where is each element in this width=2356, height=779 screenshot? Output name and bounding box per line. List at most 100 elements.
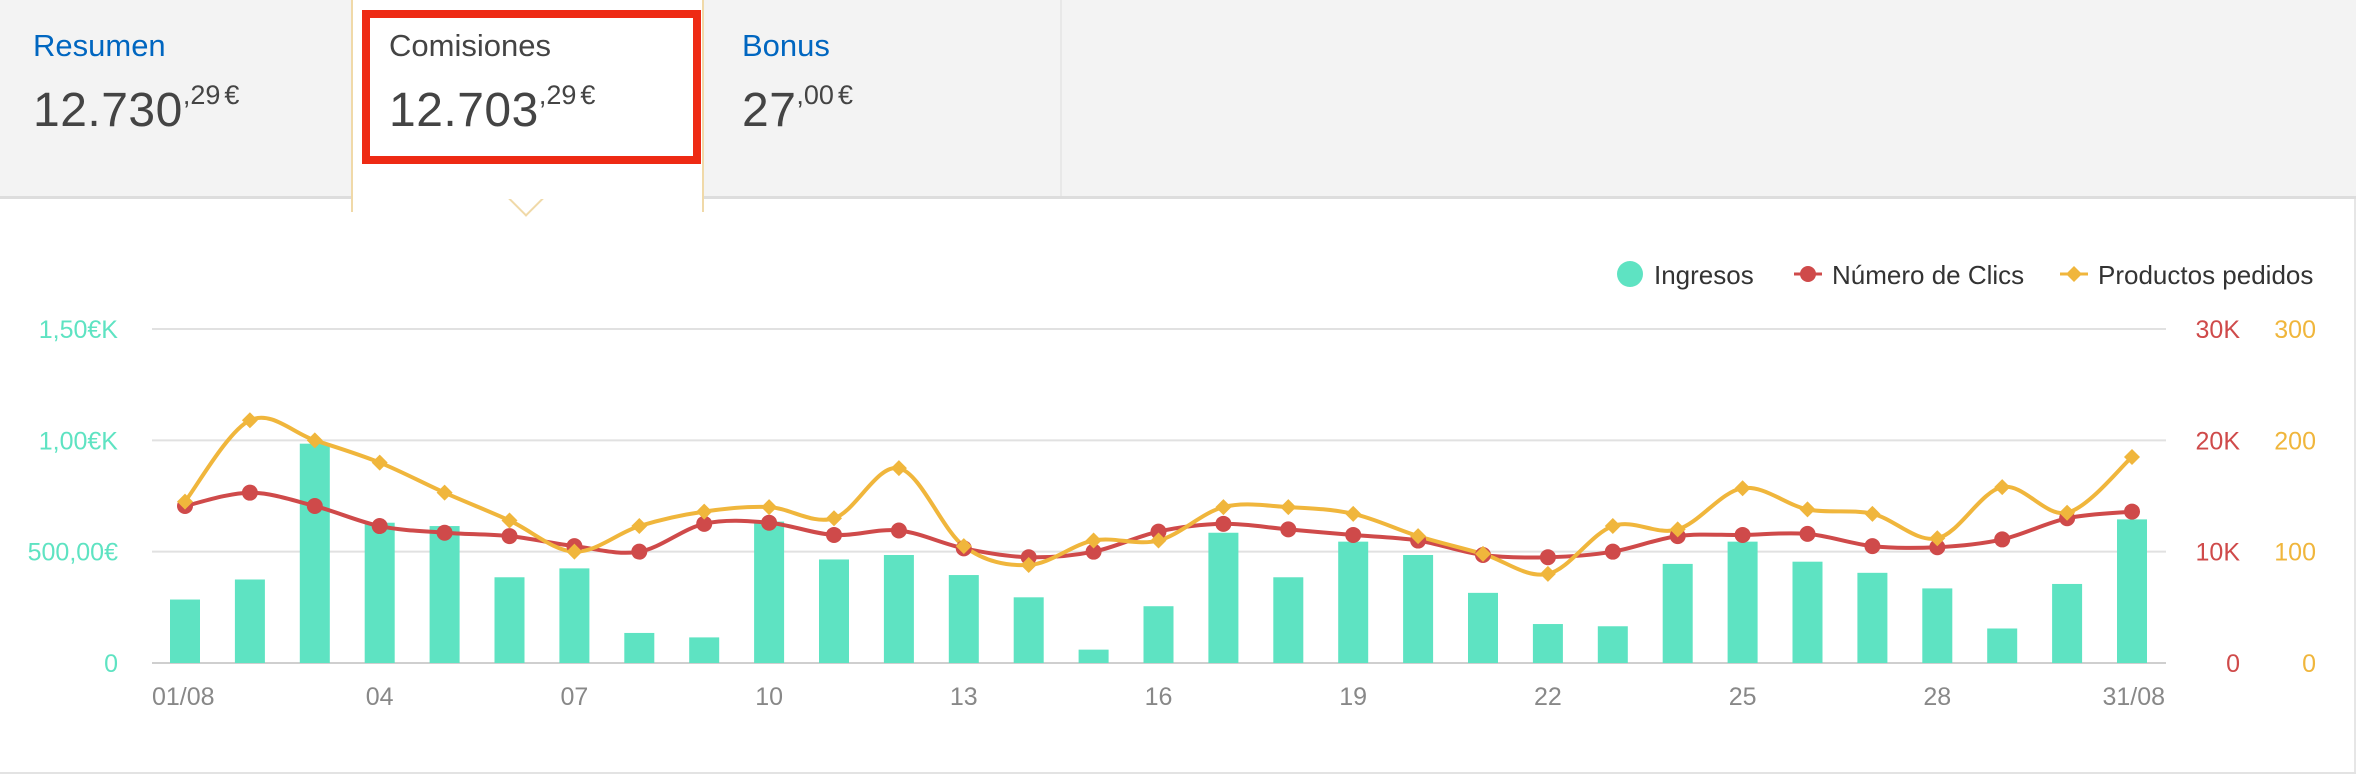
clics-point [436,524,453,541]
productos-point [1215,499,1232,516]
clics-point [890,522,907,539]
tab-bonus-amount: 27,00 € [742,80,853,138]
y-right2-tick-label: 100 [2274,539,2316,567]
ingresos-bar [819,559,849,663]
clics-point [1215,515,1232,532]
chart-panel: 0 0 0 500,00€ 10K 100 1,00€K 20K 200 1,50€K 30K 300… [0,199,2356,774]
ingresos-bar [1792,561,1823,663]
ingresos-bar [1013,597,1044,663]
tab-comisiones[interactable]: Comisiones 12.703,29 € [351,0,704,212]
ingresos-bar [1403,555,1434,663]
tab-comisiones-amount: 12.703,29 € [389,80,595,138]
productos-point [501,512,518,529]
clics-point [501,528,518,545]
ingresos-bar [1532,624,1563,663]
tab-bonus-amount-dec: ,00 [796,80,834,110]
productos-point [1280,499,1297,516]
ingresos-bar [494,577,525,663]
combo-chart: 0 0 0 500,00€ 10K 100 1,00€K 20K 200 1,50€K 30K 300… [28,260,2316,711]
ingresos-bar [2117,519,2147,663]
active-tab-caret [504,199,548,243]
clics-point [241,484,258,501]
clics-point [1864,538,1881,555]
ingresos-bar [1273,577,1304,663]
legend-item[interactable]: Productos pedidos [2060,260,2313,290]
legend-ingresos-icon [1617,261,1643,287]
ingresos-bar [299,443,330,663]
legend-label: Ingresos [1654,260,1754,290]
clics-point [371,518,388,535]
ingresos-bar [364,522,395,663]
ingresos-bar [1987,628,2018,663]
series-markers [177,412,2140,582]
y-right1-tick-label: 30K [2196,316,2241,344]
clics-point [2124,503,2140,520]
productos-point [1604,518,1621,535]
productos-point [761,499,778,516]
ingresos-bar [754,521,785,663]
y-left-tick-label: 1,50€K [39,316,119,344]
legend-label: Productos pedidos [2098,260,2313,290]
legend-item[interactable]: Número de Clics [1794,260,2024,290]
y-left-tick-label: 500,00€ [28,539,118,567]
x-tick-label: 16 [1145,683,1173,711]
clics-point [631,543,648,560]
productos-point [890,460,907,477]
clics-point [1994,531,2011,548]
y-right1-tick-label: 0 [2226,650,2240,678]
productos-point [1994,479,2011,496]
productos-point [1799,501,1816,518]
ingresos-bar [1143,606,1174,663]
x-tick-label: 31/08 [2102,683,2165,711]
ingresos-bar [234,579,265,663]
tab-bonus-label[interactable]: Bonus [742,28,830,64]
tab-resumen-amount-dec: ,29 [182,80,221,110]
y-right2-tick-label: 300 [2274,316,2316,344]
tab-comisiones-label[interactable]: Comisiones [389,28,551,64]
tab-resumen-label[interactable]: Resumen [33,28,166,64]
x-tick-label: 13 [950,683,978,711]
ingresos-bar [1597,626,1628,663]
tab-resumen[interactable]: Resumen 12.730,29 € [0,0,350,199]
ingresos-bar [1857,572,1888,663]
ingresos-bar [1922,588,1953,663]
y-right2-tick-label: 0 [2302,650,2316,678]
clics-point [761,514,778,531]
tab-comisiones-currency: € [580,80,596,110]
legend-item[interactable]: Ingresos [1617,260,1754,290]
productos-point [696,503,713,520]
tab-resumen-amount-int: 12.730 [33,84,183,137]
productos-point [1345,505,1362,522]
productos-point [826,510,842,527]
x-tick-label: 01/08 [152,683,215,711]
metric-tabs-bar: Resumen 12.730,29 € Comisiones 12.703,29 €… [0,0,2356,212]
legend-productos-icon [2066,266,2082,282]
x-tick-label: 28 [1923,683,1951,711]
x-tick-label: 19 [1339,683,1367,711]
ingresos-bar [948,575,979,663]
ingresos-bar [1338,541,1369,663]
x-tick-label: 10 [755,683,783,711]
productos-point [1539,565,1556,582]
x-tick-label: 04 [366,683,394,711]
ingresos-bar [429,526,460,663]
clics-point [1345,526,1362,543]
y-left-tick-label: 0 [104,650,118,678]
chart-legend[interactable]: Ingresos Número de Clics Productos pedidos [1617,260,2313,290]
ingresos-bar [2052,583,2083,663]
y-right1-tick-label: 20K [2196,427,2241,455]
tab-bonus[interactable]: Bonus 27,00 € [705,0,1060,199]
ingresos-bar [559,568,590,663]
legend-label: Número de Clics [1832,260,2024,290]
x-tick-label: 25 [1729,683,1757,711]
ingresos-bar [1208,532,1239,663]
ingresos-bars [170,443,2147,663]
tab-comisiones-amount-int: 12.703 [389,84,539,137]
productos-point [1734,480,1751,497]
clics-point [1280,521,1297,538]
clics-point [306,498,323,515]
productos-point [436,484,453,501]
ingresos-bar [883,555,914,663]
tab-comisiones-amount-dec: ,29 [538,80,577,110]
tab-divider [1060,0,1062,196]
